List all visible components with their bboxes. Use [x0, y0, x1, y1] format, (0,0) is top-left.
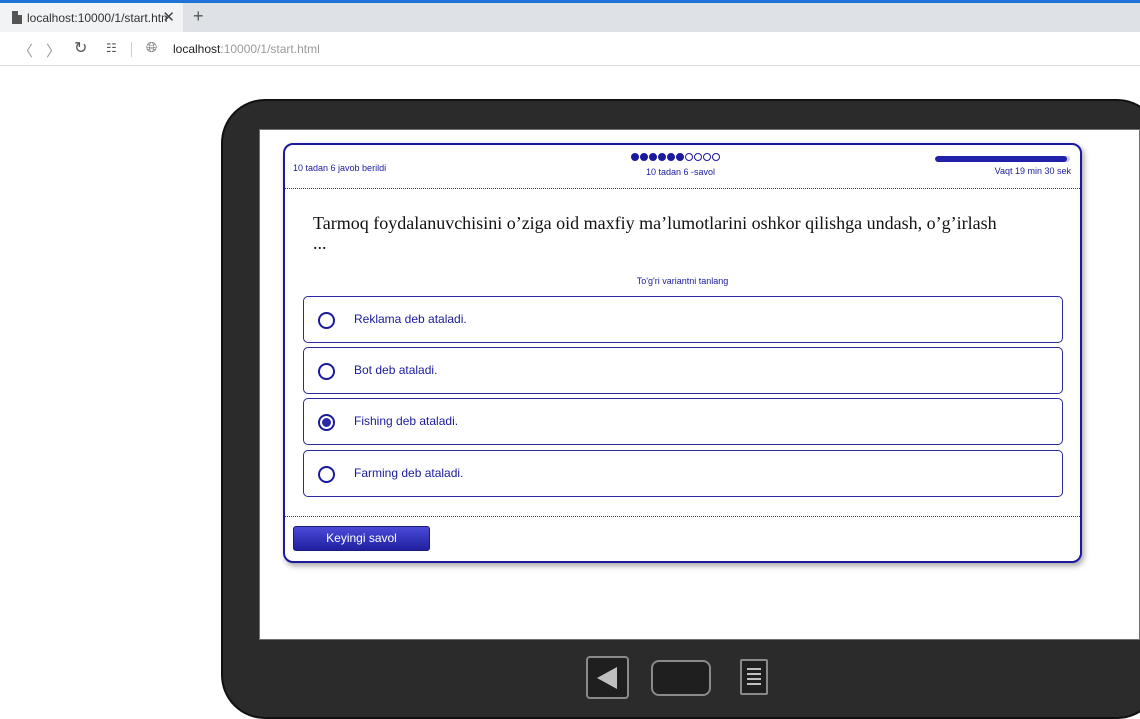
instruction-text: To'g'ri variantni tanlang	[636, 276, 729, 286]
back-icon[interactable]: 〈	[18, 40, 33, 61]
tab-bar: localhost:10000/1/start.htm ✕ +	[0, 3, 1140, 32]
close-tab-icon[interactable]: ✕	[162, 8, 175, 26]
home-softkey-icon[interactable]	[651, 660, 711, 696]
progress-dot	[631, 153, 639, 161]
radio-icon[interactable]	[318, 363, 335, 380]
option-label: Farming deb ataladi.	[354, 466, 464, 480]
progress-dot	[676, 153, 684, 161]
option-1[interactable]: Reklama deb ataladi.	[303, 296, 1063, 343]
question-text: Tarmoq foydalanuvchisini o’ziga oid maxf…	[313, 213, 997, 253]
browser-tab[interactable]: localhost:10000/1/start.htm ✕	[0, 3, 183, 32]
speed-dial-icon[interactable]: ☷	[106, 41, 117, 55]
progress-dot	[658, 153, 666, 161]
radio-icon[interactable]	[318, 312, 335, 329]
quiz-card: 10 tadan 6 javob berildi 10 tadan 6 -sav…	[283, 143, 1082, 563]
option-3[interactable]: Fishing deb ataladi.	[303, 398, 1063, 445]
time-progress-bar	[935, 156, 1070, 162]
reload-icon[interactable]: ↻	[74, 38, 87, 58]
menu-softkey-icon[interactable]	[740, 659, 768, 695]
quiz-footer-divider	[285, 516, 1080, 517]
progress-dot	[703, 153, 711, 161]
radio-icon[interactable]	[318, 414, 335, 431]
option-4[interactable]: Farming deb ataladi.	[303, 450, 1063, 497]
separator	[131, 42, 132, 57]
tab-title: localhost:10000/1/start.htm	[27, 10, 167, 25]
quiz-header: 10 tadan 6 javob berildi 10 tadan 6 -sav…	[285, 145, 1080, 189]
progress-dot	[640, 153, 648, 161]
progress-dots	[631, 153, 720, 161]
forward-icon[interactable]: 〉	[46, 40, 61, 61]
progress-dot	[712, 153, 720, 161]
back-softkey-icon[interactable]	[586, 656, 629, 699]
page-icon	[12, 11, 22, 24]
option-label: Fishing deb ataladi.	[354, 414, 459, 428]
progress-dot	[694, 153, 702, 161]
globe-icon: 🌐︎	[146, 39, 158, 55]
next-question-button[interactable]: Keyingi savol	[293, 526, 430, 551]
question-counter: 10 tadan 6 -savol	[646, 167, 716, 177]
answered-count: 10 tadan 6 javob berildi	[293, 163, 387, 173]
url-field[interactable]: localhost:10000/1/start.html	[173, 42, 320, 56]
time-remaining: Vaqt 19 min 30 sek	[994, 166, 1071, 176]
address-bar: 〈 〉 ↻ ☷ 🌐︎ localhost:10000/1/start.html	[0, 32, 1140, 66]
option-2[interactable]: Bot deb ataladi.	[303, 347, 1063, 394]
time-progress-fill	[935, 156, 1068, 162]
radio-icon[interactable]	[318, 466, 335, 483]
progress-dot	[685, 153, 693, 161]
progress-dot	[649, 153, 657, 161]
new-tab-button[interactable]: +	[193, 6, 204, 27]
progress-dot	[667, 153, 675, 161]
option-label: Reklama deb ataladi.	[354, 312, 467, 326]
option-label: Bot deb ataladi.	[354, 363, 438, 377]
